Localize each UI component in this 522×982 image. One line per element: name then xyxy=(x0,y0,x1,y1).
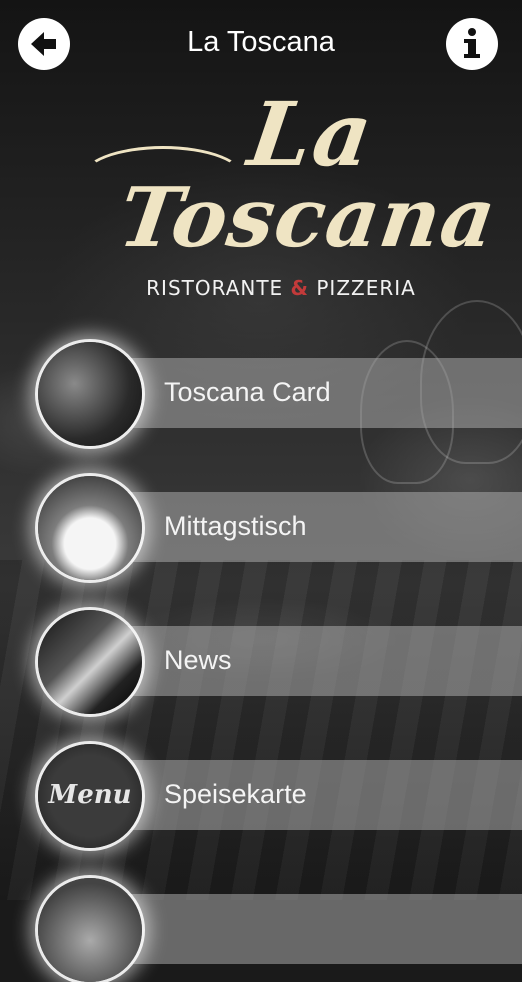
menu-bar xyxy=(92,760,522,830)
info-button[interactable] xyxy=(446,18,498,70)
logo-sub-ampersand: & xyxy=(290,276,309,300)
menu-item-mittagstisch[interactable]: Mittagstisch xyxy=(0,474,522,580)
menu-item-label: Toscana Card xyxy=(164,377,331,407)
logo-line-toscana: Toscana xyxy=(113,170,503,266)
menu-item-speisekarte[interactable]: Menu Speisekarte xyxy=(0,742,522,848)
partial-thumbnail xyxy=(38,878,142,982)
menu-item-toscana-card[interactable]: Toscana Card xyxy=(0,340,522,446)
menu-item-label: Speisekarte xyxy=(164,779,307,809)
info-icon xyxy=(464,28,480,58)
menu-bar xyxy=(92,492,522,562)
menu-bar xyxy=(92,894,522,964)
speisekarte-thumbnail: Menu xyxy=(38,744,142,848)
logo-subtitle: RISTORANTE & PIZZERIA xyxy=(116,276,446,300)
top-bar: La Toscana xyxy=(0,0,522,88)
menu-item-label: News xyxy=(164,645,232,675)
toscana-card-thumbnail xyxy=(38,342,142,446)
menu-item-news[interactable]: News xyxy=(0,608,522,714)
logo-sub-pizzeria: PIZZERIA xyxy=(316,276,416,300)
menu-bar xyxy=(92,626,522,696)
news-thumbnail xyxy=(38,610,142,714)
restaurant-logo: La Toscana RISTORANTE & PIZZERIA xyxy=(80,82,502,312)
logo-sub-ristorante: RISTORANTE xyxy=(146,276,284,300)
mittagstisch-thumbnail xyxy=(38,476,142,580)
menu-card-text: Menu xyxy=(48,780,132,810)
menu-item-label: Mittagstisch xyxy=(164,511,307,541)
page-title: La Toscana xyxy=(187,26,335,58)
menu-item-partial[interactable] xyxy=(0,876,522,982)
